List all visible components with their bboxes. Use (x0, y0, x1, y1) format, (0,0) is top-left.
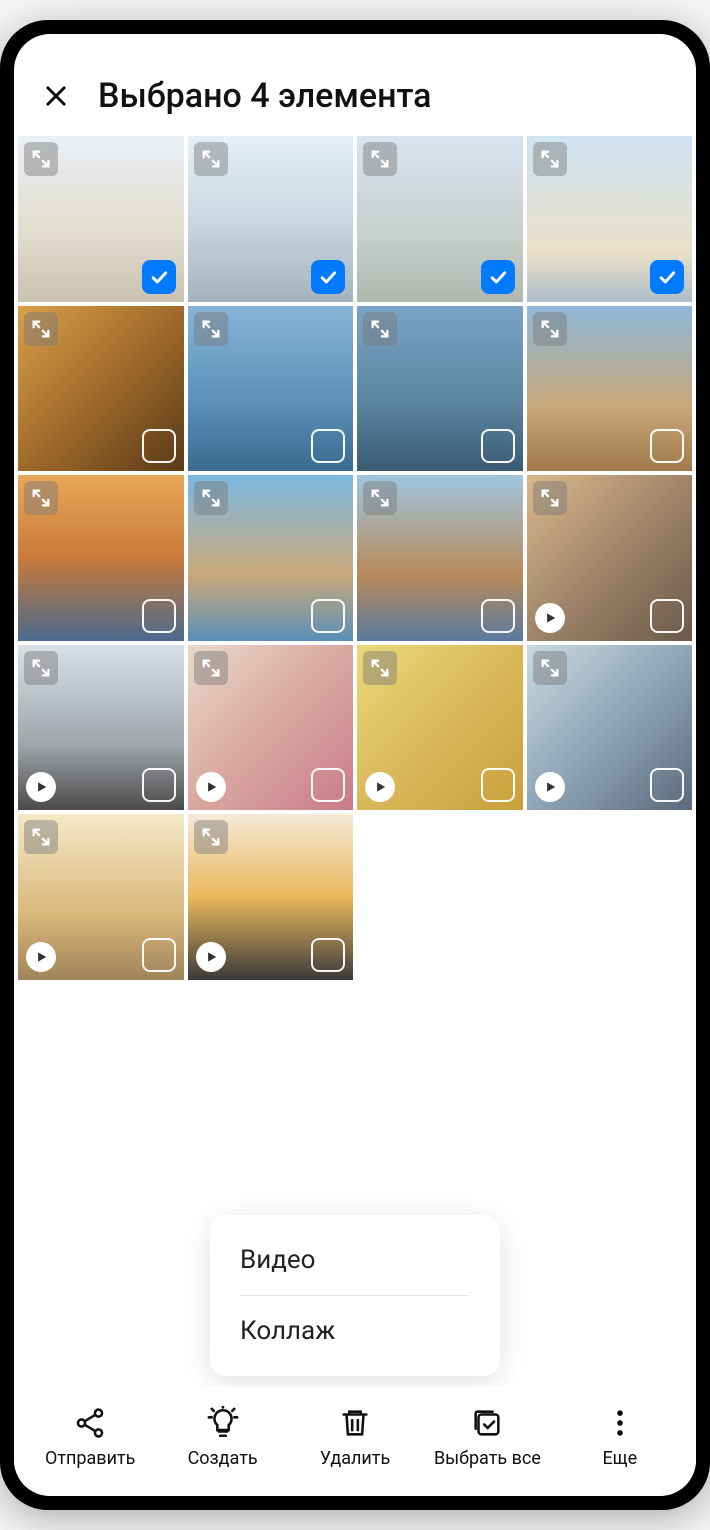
select-all-label: Выбрать все (434, 1448, 541, 1469)
select-checkbox[interactable] (481, 599, 515, 633)
select-all-button[interactable]: Выбрать все (421, 1404, 553, 1469)
select-checkbox[interactable] (650, 429, 684, 463)
expand-icon[interactable] (533, 312, 567, 346)
play-icon (196, 942, 226, 972)
select-checkbox[interactable] (481, 768, 515, 802)
select-checkbox[interactable] (481, 260, 515, 294)
select-checkbox[interactable] (650, 260, 684, 294)
photo-thumb[interactable] (357, 136, 523, 302)
photo-thumb[interactable] (357, 475, 523, 641)
photo-thumb[interactable] (188, 645, 354, 811)
play-icon (26, 772, 56, 802)
expand-icon[interactable] (363, 312, 397, 346)
play-icon (196, 772, 226, 802)
photo-thumb[interactable] (188, 475, 354, 641)
expand-icon[interactable] (194, 481, 228, 515)
close-button[interactable] (38, 78, 74, 114)
select-checkbox[interactable] (481, 429, 515, 463)
popup-item-collage[interactable]: Коллаж (210, 1296, 500, 1366)
photo-thumb[interactable] (357, 645, 523, 811)
popup-item-video[interactable]: Видео (210, 1225, 500, 1295)
share-icon (71, 1404, 109, 1442)
expand-icon[interactable] (194, 142, 228, 176)
select-checkbox[interactable] (311, 429, 345, 463)
delete-button[interactable]: Удалить (289, 1404, 421, 1469)
select-checkbox[interactable] (142, 768, 176, 802)
select-checkbox[interactable] (311, 938, 345, 972)
expand-icon[interactable] (363, 481, 397, 515)
expand-icon[interactable] (533, 651, 567, 685)
more-label: Еще (602, 1448, 637, 1469)
photo-thumb[interactable] (188, 814, 354, 980)
photo-thumb[interactable] (18, 475, 184, 641)
photo-thumb[interactable] (527, 136, 693, 302)
trash-icon (336, 1404, 374, 1442)
close-icon (42, 82, 70, 110)
photo-thumb[interactable] (527, 475, 693, 641)
photo-thumb[interactable] (188, 136, 354, 302)
play-icon (26, 942, 56, 972)
expand-icon[interactable] (363, 142, 397, 176)
select-checkbox[interactable] (311, 260, 345, 294)
photo-thumb[interactable] (527, 645, 693, 811)
expand-icon[interactable] (194, 312, 228, 346)
send-button[interactable]: Отправить (24, 1404, 156, 1469)
photo-grid (14, 136, 696, 980)
select-checkbox[interactable] (142, 599, 176, 633)
phone-frame: Выбрано 4 элемента Видео Коллаж Отправит… (0, 20, 710, 1510)
delete-label: Удалить (320, 1448, 390, 1469)
photo-thumb[interactable] (188, 306, 354, 472)
expand-icon[interactable] (194, 651, 228, 685)
lightbulb-icon (204, 1404, 242, 1442)
more-button[interactable]: Еще (554, 1404, 686, 1469)
expand-icon[interactable] (24, 651, 58, 685)
expand-icon[interactable] (24, 142, 58, 176)
select-checkbox[interactable] (311, 768, 345, 802)
select-checkbox[interactable] (650, 768, 684, 802)
screen: Выбрано 4 элемента Видео Коллаж Отправит… (14, 34, 696, 1496)
select-checkbox[interactable] (650, 599, 684, 633)
create-label: Создать (188, 1448, 258, 1469)
photo-thumb[interactable] (357, 306, 523, 472)
play-icon (535, 603, 565, 633)
select-checkbox[interactable] (311, 599, 345, 633)
expand-icon[interactable] (24, 312, 58, 346)
create-popup: Видео Коллаж (210, 1215, 500, 1376)
expand-icon[interactable] (24, 820, 58, 854)
expand-icon[interactable] (533, 481, 567, 515)
expand-icon[interactable] (194, 820, 228, 854)
photo-thumb[interactable] (18, 814, 184, 980)
header: Выбрано 4 элемента (14, 34, 696, 136)
expand-icon[interactable] (533, 142, 567, 176)
select-checkbox[interactable] (142, 429, 176, 463)
bottom-bar: Отправить Создать Удалить Выбрать все (14, 1386, 696, 1496)
photo-thumb[interactable] (18, 645, 184, 811)
create-button[interactable]: Создать (156, 1404, 288, 1469)
select-all-icon (468, 1404, 506, 1442)
photo-thumb[interactable] (18, 136, 184, 302)
photo-thumb[interactable] (527, 306, 693, 472)
more-icon (601, 1404, 639, 1442)
send-label: Отправить (45, 1448, 135, 1469)
select-checkbox[interactable] (142, 938, 176, 972)
photo-thumb[interactable] (18, 306, 184, 472)
play-icon (365, 772, 395, 802)
expand-icon[interactable] (24, 481, 58, 515)
page-title: Выбрано 4 элемента (98, 76, 432, 116)
select-checkbox[interactable] (142, 260, 176, 294)
play-icon (535, 772, 565, 802)
expand-icon[interactable] (363, 651, 397, 685)
